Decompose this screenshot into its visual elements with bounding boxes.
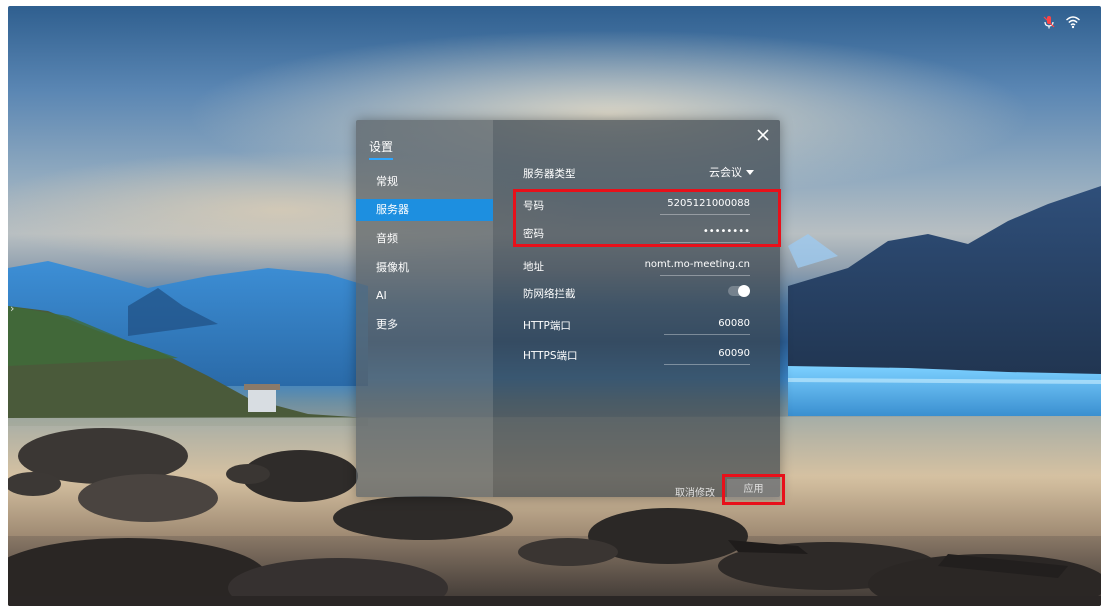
wifi-icon — [1066, 16, 1080, 29]
firewall-label: 防网络拦截 — [523, 288, 576, 300]
settings-title: 设置 — [369, 138, 394, 160]
password-row[interactable]: 密码 •••••••• — [514, 222, 750, 244]
address-row[interactable]: 地址 nomt.mo-meeting.cn — [514, 255, 750, 277]
http-port-label: HTTP端口 — [523, 320, 571, 332]
https-port-input[interactable]: 60090 — [718, 348, 750, 359]
nav-item-camera[interactable]: 摄像机 — [356, 257, 493, 279]
address-underline — [660, 275, 750, 276]
https-port-row[interactable]: HTTPS端口 60090 — [514, 344, 750, 366]
http-port-input[interactable]: 60080 — [718, 318, 750, 329]
password-underline — [660, 242, 750, 243]
side-chevron-icon[interactable]: › — [10, 302, 14, 315]
password-input[interactable]: •••••••• — [703, 226, 750, 237]
https-port-underline — [664, 364, 750, 365]
apply-button[interactable]: 应用 — [727, 479, 780, 500]
nav-item-audio[interactable]: 音频 — [356, 228, 493, 250]
http-port-row[interactable]: HTTP端口 60080 — [514, 314, 750, 336]
close-icon[interactable] — [756, 128, 770, 142]
server-type-label: 服务器类型 — [523, 168, 576, 180]
address-label: 地址 — [523, 261, 544, 273]
nav-item-general[interactable]: 常规 — [356, 171, 493, 193]
account-underline — [660, 214, 750, 215]
server-type-select[interactable]: 云会议 — [709, 164, 754, 180]
password-label: 密码 — [523, 228, 544, 240]
account-input[interactable]: 5205121000088 — [667, 198, 750, 209]
settings-dialog: 设置 常规 服务器 音频 摄像机 AI 更多 服务器类型 云会议 号码 5205… — [356, 120, 780, 497]
cancel-changes-button[interactable]: 取消修改 — [675, 484, 715, 499]
toggle-knob — [738, 285, 750, 297]
nav-item-ai[interactable]: AI — [356, 285, 493, 307]
https-port-label: HTTPS端口 — [523, 350, 578, 362]
account-label: 号码 — [523, 200, 544, 212]
server-type-value: 云会议 — [709, 166, 742, 179]
firewall-row: 防网络拦截 — [514, 282, 750, 304]
nav-item-server[interactable]: 服务器 — [356, 199, 493, 221]
http-port-underline — [664, 334, 750, 335]
address-input[interactable]: nomt.mo-meeting.cn — [645, 259, 750, 270]
account-row[interactable]: 号码 5205121000088 — [514, 194, 750, 216]
nav-item-more[interactable]: 更多 — [356, 314, 493, 336]
chevron-down-icon — [746, 169, 754, 175]
status-bar — [1041, 14, 1081, 30]
settings-nav-panel: 设置 常规 服务器 音频 摄像机 AI 更多 — [356, 120, 493, 497]
microphone-icon — [1043, 16, 1055, 29]
firewall-toggle[interactable] — [728, 285, 750, 297]
